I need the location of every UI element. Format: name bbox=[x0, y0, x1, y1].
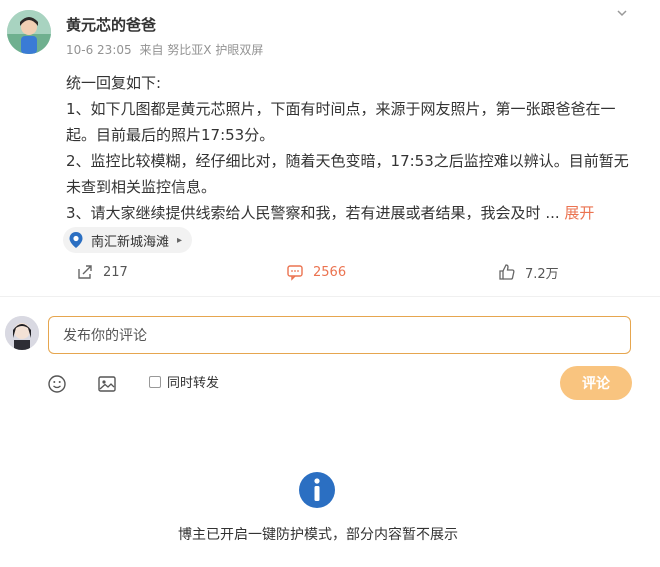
chevron-right-icon: ▸ bbox=[177, 234, 183, 246]
location-pin-icon bbox=[67, 231, 85, 249]
repost-checkbox-label: 同时转发 bbox=[167, 376, 220, 391]
post-source: 来自 努比亚X 护眼双屏 bbox=[139, 43, 264, 57]
comment-icon bbox=[285, 262, 305, 282]
like-button[interactable]: 7.2万 bbox=[497, 262, 559, 282]
comment-placeholder: 发布你的评论 bbox=[63, 328, 147, 344]
repost-button[interactable]: 217 bbox=[75, 262, 128, 282]
image-icon[interactable] bbox=[96, 373, 118, 395]
post-line: 1、如下几图都是黄元芯照片，下面有时间点，来源于网友照片，第一张跟爸爸在一起。目… bbox=[66, 100, 616, 144]
submit-comment-button[interactable]: 评论 bbox=[560, 366, 632, 400]
comment-input[interactable]: 发布你的评论 bbox=[48, 316, 631, 354]
post-time: 10-6 23:05 bbox=[66, 43, 132, 57]
divider bbox=[0, 296, 660, 297]
like-count: 7.2万 bbox=[525, 266, 559, 282]
post-line: 统一回复如下: bbox=[66, 74, 162, 92]
expand-link[interactable]: 展开 bbox=[564, 204, 594, 222]
post-body: 统一回复如下: 1、如下几图都是黄元芯照片，下面有时间点，来源于网友照片，第一张… bbox=[66, 70, 641, 226]
current-user-avatar bbox=[5, 316, 39, 350]
comment-count: 2566 bbox=[313, 264, 347, 280]
author-name[interactable]: 黄元芯的爸爸 bbox=[66, 14, 156, 35]
post-line: 2、监控比较模糊，经仔细比对，随着天色变暗，17:53之后监控难以辨认。目前暂无… bbox=[66, 152, 629, 196]
post-line: 3、请大家继续提供线索给人民警察和我，若有进展或者结果，我会及时 ... 展开 bbox=[66, 200, 641, 226]
emoji-icon[interactable] bbox=[46, 373, 68, 395]
thumbs-up-icon bbox=[497, 262, 517, 282]
author-avatar[interactable] bbox=[7, 10, 51, 54]
post-line-text: 3、请大家继续提供线索给人民警察和我，若有进展或者结果，我会及时 ... bbox=[66, 204, 560, 222]
repost-checkbox[interactable]: 同时转发 bbox=[149, 372, 219, 391]
location-tag[interactable]: 南汇新城海滩 ▸ bbox=[63, 227, 193, 253]
info-icon bbox=[297, 470, 337, 510]
location-label: 南汇新城海滩 bbox=[91, 234, 170, 250]
repost-icon bbox=[75, 262, 95, 282]
protection-notice: 博主已开启一键防护模式，部分内容暂不展示 bbox=[178, 527, 458, 543]
post-meta: 10-6 23:05 来自 努比亚X 护眼双屏 bbox=[66, 41, 267, 58]
comment-button[interactable]: 2566 bbox=[285, 262, 346, 282]
repost-count: 217 bbox=[103, 264, 128, 280]
more-options-icon[interactable] bbox=[614, 6, 630, 22]
checkbox-icon[interactable] bbox=[149, 375, 161, 388]
